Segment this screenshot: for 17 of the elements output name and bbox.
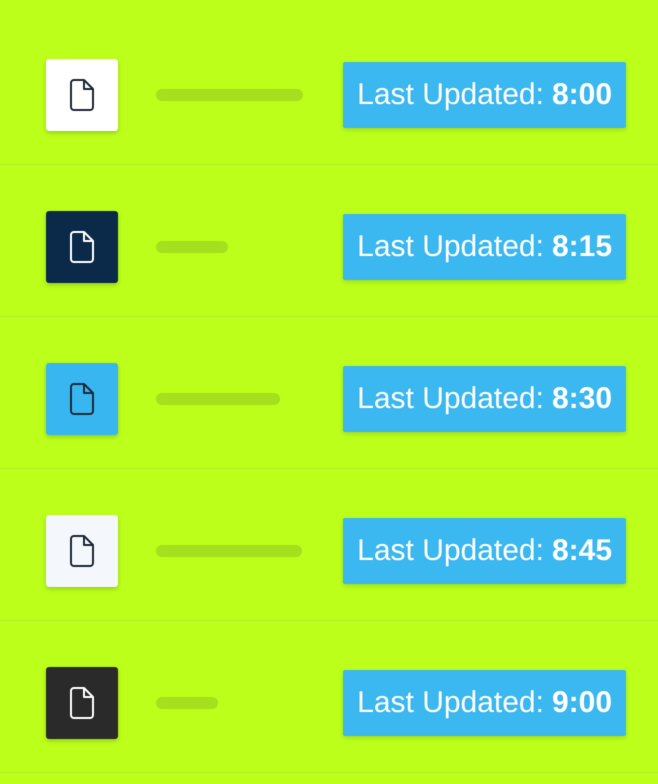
file-icon	[70, 230, 94, 262]
file-icon	[70, 534, 94, 566]
update-time: 8:00	[552, 77, 612, 113]
update-time: 8:30	[552, 381, 612, 417]
last-updated-label: Last Updated:	[357, 229, 544, 265]
file-icon	[70, 78, 94, 110]
update-time: 8:15	[552, 229, 612, 265]
last-updated-label: Last Updated:	[357, 533, 544, 569]
file-icon	[70, 382, 94, 414]
placeholder-bar	[156, 240, 228, 252]
placeholder-bar	[156, 696, 218, 708]
last-updated-label: Last Updated:	[357, 685, 544, 721]
update-time: 8:45	[552, 533, 612, 569]
file-icon	[70, 686, 94, 718]
last-updated-label: Last Updated:	[357, 77, 544, 113]
last-updated-label: Last Updated:	[357, 381, 544, 417]
update-time: 9:00	[552, 685, 612, 721]
